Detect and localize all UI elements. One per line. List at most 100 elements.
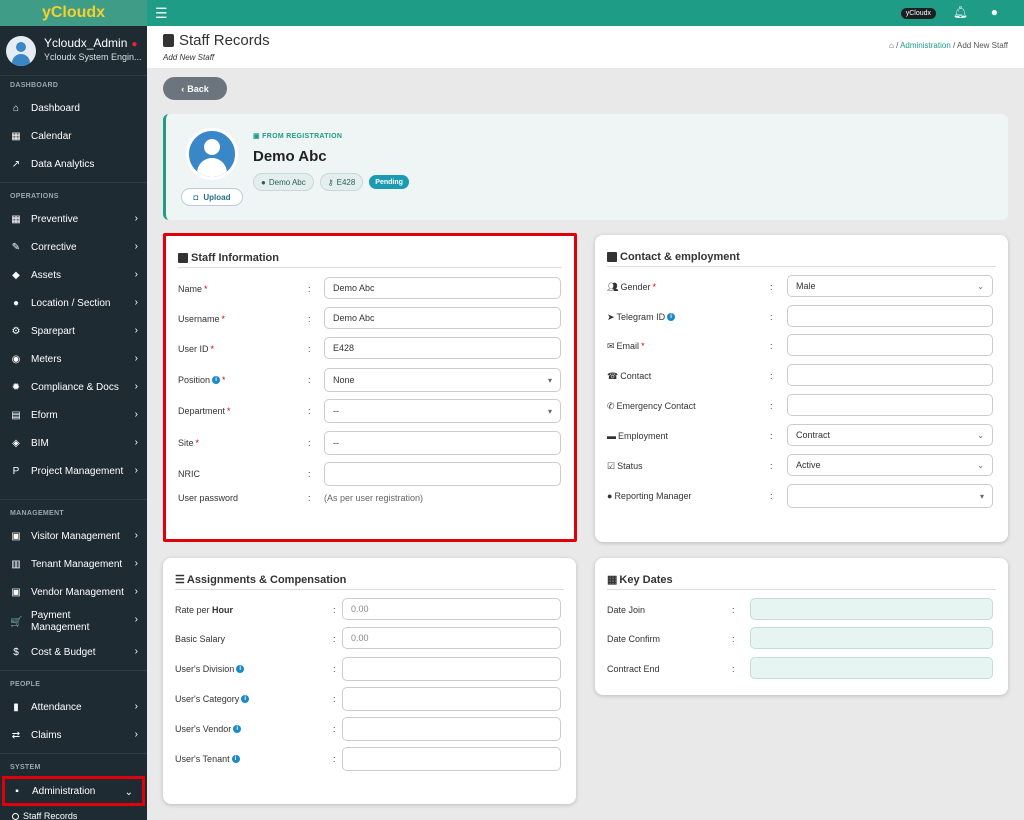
rate-input[interactable]: 0.00 — [342, 598, 561, 620]
nav-meters[interactable]: ◉ Meters › — [0, 345, 147, 373]
info-icon[interactable]: i — [233, 725, 242, 733]
department-select[interactable]: -- ▾ — [324, 399, 561, 423]
card-title: Contact & employment — [620, 250, 740, 263]
calendar-icon: ▦ — [607, 574, 618, 586]
nav-label: Payment Management — [31, 610, 90, 633]
info-icon[interactable]: i — [212, 376, 221, 384]
info-icon[interactable]: i — [231, 755, 240, 763]
nav-payment-management[interactable]: 🛒 Payment Management › — [0, 606, 147, 638]
colon: : — [732, 605, 735, 615]
home-icon: ⌂ — [12, 102, 20, 114]
brand-logo[interactable]: yCloudx — [0, 0, 147, 26]
nav-location-section[interactable]: ● Location / Section › — [0, 289, 147, 317]
contract-end-input[interactable] — [750, 657, 993, 679]
key-dates-card: ▦ Key Dates Date Join: Date Confirm: Cont… — [595, 558, 1008, 695]
date-confirm-input[interactable] — [750, 627, 993, 649]
id-card-icon: ▣ — [11, 530, 21, 542]
nav-assets[interactable]: ◆ Assets › — [0, 261, 147, 289]
position-select[interactable]: None ▾ — [324, 368, 561, 392]
nav-preventive[interactable]: ▦ Preventive › — [0, 205, 147, 233]
name-input[interactable]: Demo Abc — [324, 277, 561, 299]
status-select[interactable]: Active ⌄ — [787, 454, 993, 476]
hamburger-menu-icon[interactable]: ☰ — [155, 5, 168, 22]
site-select[interactable]: -- — [324, 431, 561, 455]
user-id-input[interactable]: E428 — [324, 337, 561, 359]
card-title: Assignments & Compensation — [186, 573, 347, 586]
nav-label: Calendar — [31, 130, 72, 142]
subnav-staff-records[interactable]: Staff Records — [0, 806, 147, 820]
globe-icon: ● — [12, 297, 20, 309]
nav-label: Cost & Budget — [31, 646, 96, 658]
chevron-right-icon: › — [134, 614, 138, 625]
category-input[interactable] — [342, 687, 561, 711]
division-input[interactable] — [342, 657, 561, 681]
nav-data-analytics[interactable]: ↗ Data Analytics — [0, 150, 147, 178]
form-icon: ▤ — [11, 409, 21, 421]
nav-tenant-management[interactable]: ▥ Tenant Management › — [0, 550, 147, 578]
nav-attendance[interactable]: ▮ Attendance › — [0, 693, 147, 721]
bell-icon[interactable]: 🔔︎ — [953, 5, 968, 19]
input-value: E428 — [333, 343, 355, 353]
nav-sparepart[interactable]: ⚙ Sparepart › — [0, 317, 147, 345]
nav-dashboard[interactable]: ⌂ Dashboard — [0, 94, 147, 122]
source-icon: ▣ — [253, 133, 263, 140]
nav-administration[interactable]: ▪ Administration ⌄ — [2, 776, 145, 806]
colon: : — [308, 438, 311, 448]
email-field[interactable] — [787, 334, 993, 356]
nav-corrective[interactable]: ✎ Corrective › — [0, 233, 147, 261]
info-icon[interactable]: i — [236, 665, 245, 673]
tenant-badge[interactable]: yCloudx — [900, 8, 936, 19]
chevron-right-icon: › — [134, 381, 138, 392]
info-icon[interactable]: i — [241, 695, 250, 703]
nav-eform[interactable]: ▤ Eform › — [0, 401, 147, 429]
nav-cost-budget[interactable]: $ Cost & Budget › — [0, 638, 147, 666]
staff-information-card: Staff Information Name *: Demo Abc Userna… — [163, 233, 577, 542]
home-icon[interactable]: ⌂ — [889, 41, 894, 50]
upload-button[interactable]: ◘ Upload — [181, 188, 243, 206]
contact-input[interactable] — [787, 364, 993, 386]
telegram-id-input[interactable] — [787, 305, 993, 327]
field-label: Date Join — [607, 605, 646, 615]
colon: : — [333, 605, 336, 615]
select-value: Male — [796, 281, 816, 291]
nav-vendor-management[interactable]: ▣ Vendor Management › — [0, 578, 147, 606]
username-input[interactable]: Demo Abc — [324, 307, 561, 329]
basic-salary-input[interactable]: 0.00 — [342, 627, 561, 649]
nav-compliance-docs[interactable]: ✹ Compliance & Docs › — [0, 373, 147, 401]
colon: : — [333, 724, 336, 734]
colon: : — [770, 491, 773, 501]
upload-label: Upload — [203, 192, 231, 202]
wrench-icon: ✎ — [11, 241, 21, 253]
nav-label: Project Management — [31, 465, 124, 477]
chevron-down-icon: ⌄ — [124, 787, 133, 798]
nric-input[interactable] — [324, 462, 561, 486]
field-label: User's Vendor — [175, 724, 232, 734]
info-icon[interactable]: i — [667, 313, 676, 321]
nav-bim[interactable]: ◈ BIM › — [0, 429, 147, 457]
avatar — [6, 35, 36, 66]
breadcrumb-administration[interactable]: Administration — [900, 41, 951, 50]
building-icon: ▥ — [11, 558, 21, 570]
vendor-input[interactable] — [342, 717, 561, 741]
nav-project-management[interactable]: P Project Management › — [0, 457, 147, 485]
reporting-manager-select[interactable]: ▾ — [787, 484, 993, 508]
nav-claims[interactable]: ⇄ Claims › — [0, 721, 147, 749]
select-value: -- — [333, 406, 339, 416]
emergency-contact-input[interactable] — [787, 394, 993, 416]
employment-select[interactable]: Contract ⌄ — [787, 424, 993, 446]
chip-label: Demo Abc — [268, 177, 306, 187]
colon: : — [770, 461, 773, 471]
admin-icon: ▪ — [15, 785, 19, 797]
nav-visitor-management[interactable]: ▣ Visitor Management › — [0, 522, 147, 550]
tenant-input[interactable] — [342, 747, 561, 771]
user-icon[interactable]: ● — [991, 5, 998, 19]
field-label: Employment — [618, 431, 669, 441]
user-panel[interactable]: Ycloudx_Admin ● Ycloudx System Engin... — [0, 26, 147, 76]
gender-select[interactable]: Male ⌄ — [787, 275, 993, 297]
date-join-input[interactable] — [750, 598, 993, 620]
input-value: Demo Abc — [333, 283, 375, 293]
status-badge: Pending — [369, 175, 409, 189]
nav-calendar[interactable]: ▦ Calendar — [0, 122, 147, 150]
caret-down-icon: ▾ — [547, 406, 552, 416]
back-button[interactable]: ‹ Back — [163, 77, 227, 100]
